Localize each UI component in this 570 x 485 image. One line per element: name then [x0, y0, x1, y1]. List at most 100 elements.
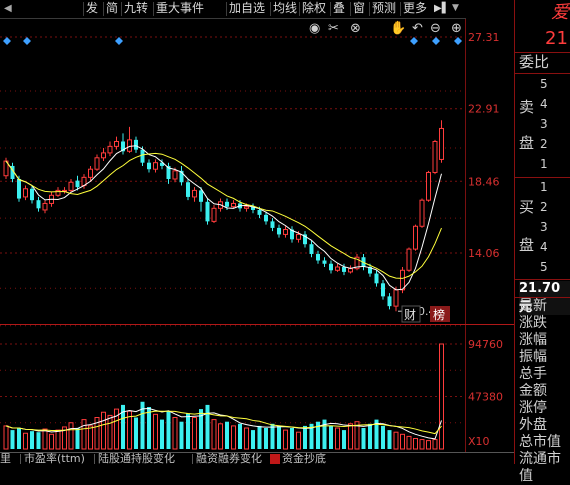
- volume-bar: [172, 417, 178, 450]
- volume-bar: [296, 431, 301, 450]
- signal-diamond-marker: [410, 37, 418, 45]
- toolbar-divider: [350, 2, 351, 16]
- candle-body: [127, 139, 132, 152]
- volume-bar: [17, 428, 21, 449]
- quote-field-label: 涨幅: [519, 332, 547, 348]
- signal-diamond-marker: [23, 37, 31, 45]
- volume-tick-label: 94760: [468, 338, 503, 351]
- rank-badge[interactable]: 榜: [433, 307, 445, 322]
- toolbar-item[interactable]: 九转: [124, 0, 148, 17]
- price-tick-label: 27.31: [468, 31, 500, 44]
- candle-body: [55, 189, 61, 196]
- chart-toolbar: ◀ 发简九转 重大事件 加自选 均线 除权叠窗预测 更多 ▶▌ ▼: [0, 0, 466, 19]
- quote-field-label: 涨停: [519, 400, 547, 416]
- volume-bar: [225, 421, 229, 449]
- fund-flow-icon: [270, 454, 280, 464]
- prev-button[interactable]: ◀: [4, 0, 12, 17]
- volume-bar: [439, 343, 444, 450]
- toolbar-item[interactable]: 预测: [372, 0, 396, 17]
- zoom-out-icon[interactable]: ⊖: [430, 21, 441, 36]
- toolbar-item[interactable]: 除权: [302, 0, 326, 17]
- toolbar-item[interactable]: 均线: [273, 0, 297, 17]
- sell-level: 4: [540, 97, 548, 111]
- candle-body: [211, 207, 217, 222]
- tab-divider: [192, 454, 193, 464]
- volume-bar: [251, 430, 255, 449]
- volume-bar: [160, 419, 164, 449]
- volume-bar: [3, 425, 9, 450]
- candle-body: [88, 168, 93, 178]
- candle-body: [348, 268, 353, 273]
- quote-sidebar: 爱 21 委比 卖 盘 买 盘 21.70元 5 4 3 2 1 1 2 3 4 5 最新 涨跌 涨幅振…: [514, 0, 570, 484]
- candle-body: [192, 189, 197, 198]
- toolbar-divider: [83, 2, 84, 16]
- indicator-tab[interactable]: 里: [0, 453, 11, 465]
- candle-body: [147, 162, 151, 170]
- toolbar-item[interactable]: 更多: [403, 0, 427, 17]
- volume-bar: [192, 417, 197, 450]
- candle-body: [36, 200, 41, 209]
- quote-field-label: 最新: [519, 298, 547, 314]
- volume-bar: [81, 419, 87, 450]
- dropdown-button[interactable]: ▼: [452, 0, 459, 17]
- volume-bar: [368, 423, 372, 449]
- quote-field-label: 振幅: [519, 349, 547, 365]
- volume-bar: [290, 428, 294, 449]
- candle-body: [432, 140, 438, 173]
- toolbar-item[interactable]: 窗: [353, 0, 365, 17]
- candle-body: [439, 127, 444, 160]
- volume-bar: [393, 431, 399, 450]
- toolbar-divider: [153, 2, 154, 16]
- candle-body: [406, 248, 412, 271]
- toolbar-item[interactable]: 叠: [333, 0, 345, 17]
- pin-button[interactable]: ▶▌: [434, 0, 449, 17]
- candle-body: [134, 139, 138, 150]
- volume-bar: [23, 432, 28, 450]
- candle-body: [30, 188, 34, 201]
- cancel-icon[interactable]: ⊗: [350, 21, 361, 36]
- undo-icon[interactable]: ↶: [412, 21, 423, 36]
- stock-code-partial: 21: [545, 28, 568, 49]
- indicator-tab[interactable]: 资金抄底: [282, 453, 326, 465]
- candle-body: [107, 145, 113, 154]
- price-tick-label: 18.46: [468, 175, 500, 188]
- indicator-tab[interactable]: 融资融券变化: [196, 453, 262, 465]
- candle-body: [342, 267, 346, 272]
- candle-body: [244, 206, 249, 209]
- toolbar-item[interactable]: 简: [106, 0, 118, 17]
- candle-body: [68, 181, 74, 191]
- candle-body: [264, 214, 268, 222]
- toolbar-item[interactable]: 发: [86, 0, 98, 17]
- candle-body: [101, 152, 106, 159]
- sell-level: 3: [540, 117, 548, 131]
- toolbar-item[interactable]: 加自选: [229, 0, 265, 17]
- buy-label-2: 盘: [519, 236, 535, 254]
- candle-body: [335, 266, 340, 271]
- volume-bar: [413, 438, 418, 450]
- buy-label-1: 买: [519, 198, 535, 216]
- toolbar-divider: [270, 2, 271, 16]
- toolbar-item[interactable]: 重大事件: [156, 0, 204, 17]
- eye-icon[interactable]: ◉: [309, 21, 320, 36]
- volume-bar: [134, 417, 138, 449]
- volume-bar: [238, 423, 242, 449]
- candle-body: [374, 273, 379, 284]
- candle-body: [225, 201, 229, 207]
- candle-body: [283, 229, 288, 235]
- quote-field-label: 外盘: [519, 417, 547, 433]
- finance-badge[interactable]: 财: [404, 308, 416, 322]
- toolbar-divider: [226, 2, 227, 16]
- indicator-tab[interactable]: 陆股通持股变化: [98, 453, 175, 465]
- volume-bar: [387, 430, 392, 449]
- volume-bar: [30, 431, 34, 449]
- zoom-in-icon[interactable]: ⊕: [451, 21, 462, 36]
- candle-body: [172, 170, 178, 180]
- volume-bar: [361, 428, 366, 449]
- hand-icon[interactable]: ✋: [390, 20, 406, 36]
- scissors-icon[interactable]: ✂: [328, 21, 339, 36]
- chart-canvas[interactable]: 27.3122.9118.4614.069476047380X10 10.49财…: [0, 0, 514, 452]
- candle-body: [42, 202, 48, 211]
- buy-level: 4: [540, 240, 548, 254]
- candle-body: [413, 225, 418, 250]
- indicator-tab[interactable]: 市盈率(ttm): [24, 453, 85, 465]
